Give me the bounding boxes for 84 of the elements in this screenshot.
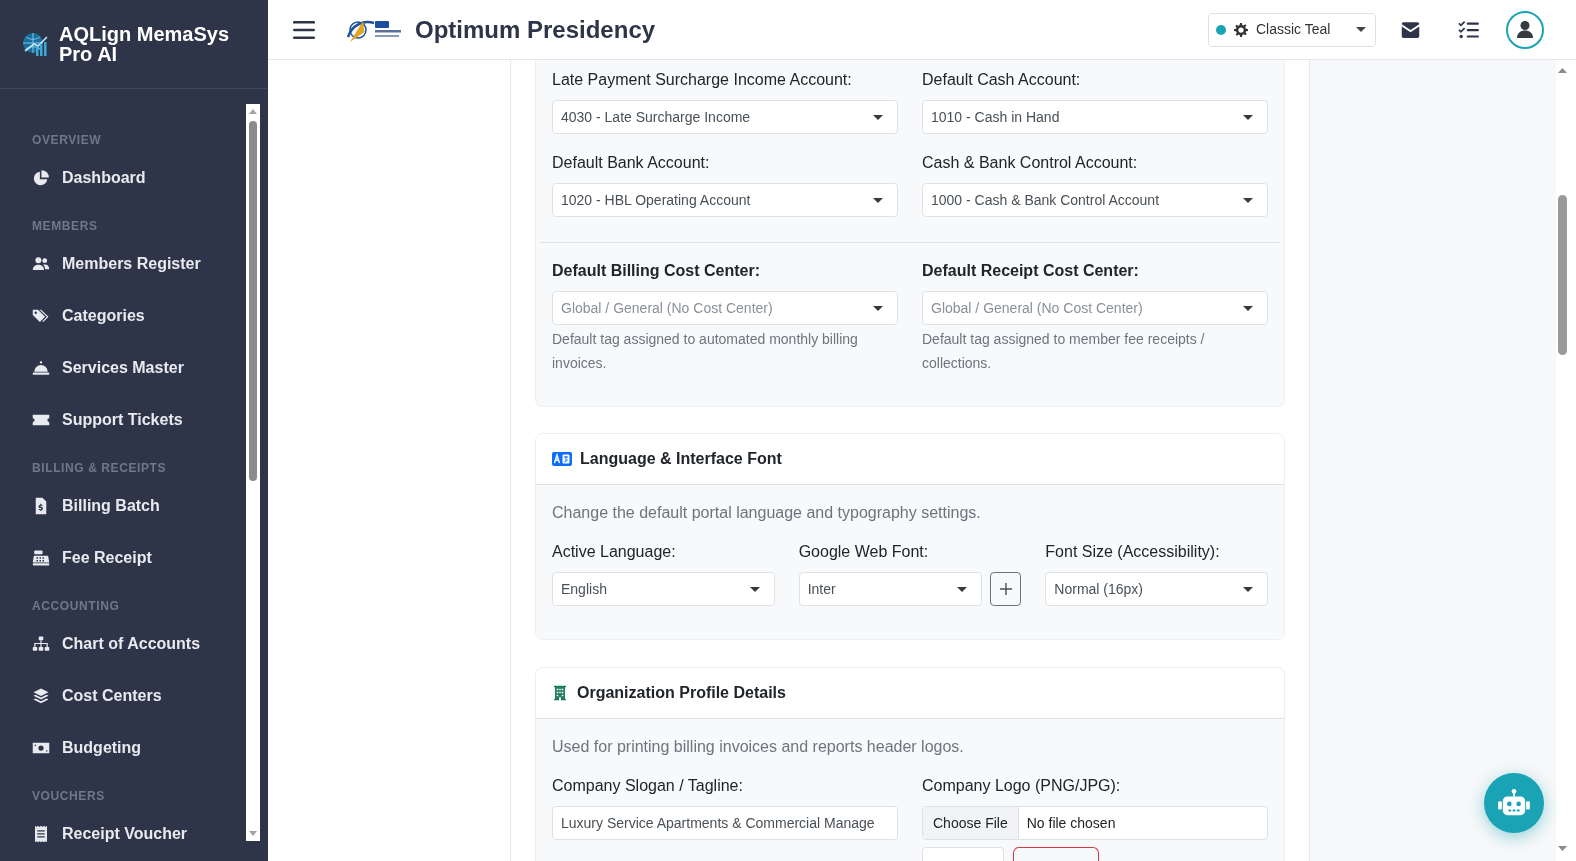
field-label: Default Billing Cost Center: [552, 261, 761, 281]
nav-item[interactable]: Billing Batch [32, 480, 160, 532]
menu-icon[interactable] [293, 20, 315, 39]
section-heading: OVERVIEW [32, 132, 103, 148]
text-input[interactable]: Luxury Service Apartments & Commercial Manage [552, 806, 898, 840]
field-label: Default Cash Account: [922, 70, 1082, 90]
nav-item[interactable]: Receipt Voucher [32, 808, 188, 860]
field-label: Default Receipt Cost Center: [922, 261, 1140, 281]
caret-icon [873, 197, 883, 203]
caret-icon [749, 586, 760, 592]
plus-icon [999, 583, 1012, 595]
nav-item[interactable]: Members Register [32, 238, 201, 290]
nav-item[interactable]: Dashboard [32, 152, 146, 204]
nav-item[interactable]: Cost Centers [32, 670, 162, 722]
scroll-up-arrow-icon[interactable] [249, 109, 257, 114]
gear-icon [1234, 22, 1248, 37]
file-input[interactable]: Choose File No file chosen [922, 806, 1268, 840]
caret-icon [1356, 27, 1366, 32]
select-field[interactable]: 4030 - Late Surcharge Income [552, 100, 898, 134]
scroll-up-arrow-icon[interactable] [1558, 68, 1567, 73]
file-status-text: No file chosen [1025, 813, 1116, 833]
nav-item[interactable]: Support Tickets [32, 394, 183, 446]
select-field[interactable]: Normal (16px) [1045, 572, 1268, 606]
envelope-icon[interactable] [1400, 21, 1421, 38]
card-description: Change the default portal language and typography settings. [552, 503, 982, 523]
scrollbar-thumb[interactable] [1558, 195, 1567, 355]
scroll-down-arrow-icon[interactable] [249, 831, 257, 836]
field-label: Cash & Bank Control Account: [922, 153, 1139, 173]
caret-icon [1243, 305, 1253, 311]
card-title: Language & Interface Font [580, 449, 782, 469]
pie-chart-icon [32, 169, 50, 187]
outlined-button[interactable] [1013, 847, 1099, 861]
select-field[interactable]: 1020 - HBL Operating Account [552, 183, 898, 217]
nav-item[interactable]: Chart of Accounts [32, 618, 201, 670]
help-text: Default tag assigned to automated monthly billing invoices. [552, 330, 859, 373]
translate-icon [552, 452, 572, 466]
card-title: Organization Profile Details [577, 683, 786, 703]
users-icon [32, 255, 50, 273]
receipt-icon [32, 825, 50, 843]
hierarchy-icon [32, 635, 50, 653]
theme-select[interactable]: Classic Teal [1208, 12, 1376, 47]
field-label: Font Size (Accessibility): [1045, 542, 1221, 562]
section-heading: ACCOUNTING [32, 598, 121, 614]
scrollbar-thumb[interactable] [249, 121, 257, 481]
building-icon [552, 685, 568, 701]
user-avatar-icon[interactable] [1506, 10, 1544, 49]
card-description: Used for printing billing invoices and reports header logos. [552, 737, 965, 757]
sidebar-scrollbar[interactable] [246, 104, 260, 841]
select-field[interactable]: 1000 - Cash & Bank Control Account [922, 183, 1268, 217]
nav-item[interactable]: Categories [32, 290, 145, 342]
caret-icon [1243, 586, 1253, 592]
robot-icon [1497, 789, 1531, 817]
caret-icon [957, 586, 968, 592]
help-text: Default tag assigned to member fee receipts / collections. [922, 330, 1206, 373]
layers-icon [32, 687, 50, 705]
field-label: Default Bank Account: [552, 153, 711, 173]
field-label: Active Language: [552, 542, 677, 562]
field-label: Google Web Font: [798, 542, 930, 562]
checklist-icon[interactable] [1458, 20, 1479, 39]
select-field[interactable]: 1010 - Cash in Hand [922, 100, 1268, 134]
caret-icon [873, 305, 883, 311]
field-label: Company Logo (PNG/JPG): [922, 776, 1122, 796]
service-bell-icon [32, 359, 50, 377]
field-label: Late Payment Surcharge Income Account: [552, 70, 853, 90]
globe-chart-logo-icon [21, 31, 49, 57]
add-font-button[interactable] [990, 572, 1022, 606]
tags-icon [32, 307, 50, 325]
field-label: Company Slogan / Tagline: [552, 776, 744, 796]
select-field[interactable]: English [552, 572, 775, 606]
scroll-down-arrow-icon[interactable] [1558, 846, 1567, 851]
caret-icon [873, 114, 883, 120]
brand-name: AQLign MemaSys Pro AI [59, 24, 231, 64]
nav-item[interactable]: Fee Receipt [32, 532, 152, 584]
caret-icon [1243, 114, 1253, 120]
section-heading: VOUCHERS [32, 788, 106, 804]
nav-item[interactable]: Services Master [32, 342, 184, 394]
section-heading: MEMBERS [32, 218, 99, 234]
app-title: Optimum Presidency [415, 14, 656, 45]
select-field[interactable]: Inter [798, 572, 983, 606]
section-heading: BILLING & RECEIPTS [32, 460, 168, 476]
choose-file-button[interactable]: Choose File [923, 807, 1019, 839]
caret-icon [1243, 197, 1253, 203]
nav-item[interactable]: Budgeting [32, 722, 142, 774]
cash-register-icon [32, 549, 50, 567]
